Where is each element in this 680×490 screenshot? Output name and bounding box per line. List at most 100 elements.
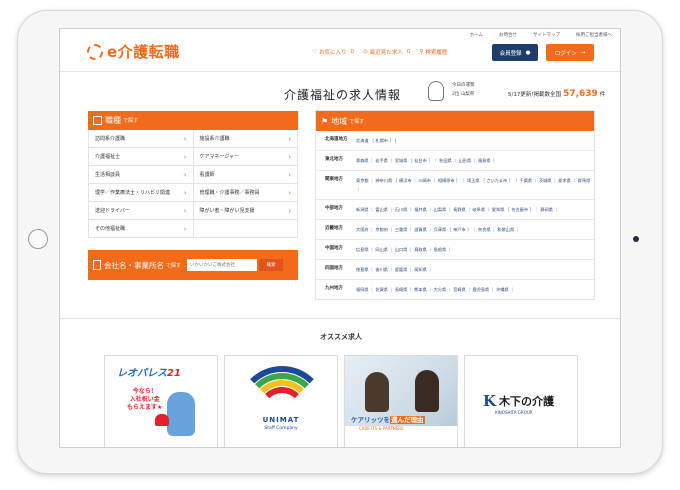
prefecture-links[interactable]: 福岡県 ｜ 佐賀県 ｜ 長崎県 ｜ 熊本県 ｜ 大分県 ｜ 宮崎県 ｜ 鹿児島県… — [356, 285, 594, 294]
job-type-item[interactable]: 生活相談員 › — [89, 166, 194, 184]
region-row: 北海道地方 北海道 ［ 札幌市 ］ | — [316, 131, 594, 151]
prefecture-links[interactable]: 北海道 ［ 札幌市 ］ | — [356, 136, 594, 145]
region-name: 近畿地方 — [325, 226, 343, 231]
card-leopalace[interactable]: レオパレス21 今なら！ 入社祝い金 もらえます★ — [104, 355, 218, 447]
chevron-right-icon: › — [183, 224, 187, 233]
section-divider — [60, 318, 620, 319]
total-count: 57,639 — [563, 89, 598, 99]
search-icon: ⚲ — [419, 49, 424, 55]
job-type-item[interactable]: 管理職・介護事務／事務員 › — [193, 184, 298, 202]
nav-sitemap[interactable]: サイトマップ — [525, 32, 568, 38]
header-actions: ♡ お気に入り 0 ◎ 最近見た求人 0 ⚲ 検索履歴 — [312, 48, 456, 56]
prefecture-links[interactable]: 大阪府 ｜ 京都府 ｜ 三重県 ｜ 滋賀県 ｜ 兵庫県 ［ 神戸市 ］ ｜ 奈良… — [356, 225, 594, 234]
chevron-right-icon: › — [183, 206, 187, 215]
job-type-item[interactable]: ケアマネージャー › — [193, 148, 298, 166]
tablet-mockup: ホーム お問合せ サイトマップ 採用ご担当者様へ e介護転職 ♡ お気に入り 0… — [0, 0, 680, 490]
favorites-link[interactable]: ♡ お気に入り 0 — [312, 48, 354, 56]
chevron-right-icon: › — [288, 134, 291, 143]
region-header: ⚑ 地域 で探す — [316, 111, 594, 131]
search-history-link[interactable]: ⚲ 検索履歴 — [419, 48, 447, 56]
job-type-item[interactable]: 施設系介護職 › — [193, 130, 298, 148]
job-type-label: 訪問系介護職 — [95, 136, 126, 142]
home-button-icon — [28, 229, 48, 249]
kinoshita-logo: K 木下の介護 — [483, 392, 554, 410]
building-icon — [93, 116, 102, 125]
company-search-title: 会社名・事業所名 — [104, 260, 164, 270]
job-type-panel: 職種 で探す 訪問系介護職 › 施設系介護職 › 介護福祉士 › ケアマネージャー › 生活相談… — [88, 111, 298, 280]
prefecture-links[interactable]: 東京都 ｜ 神奈川県 ［ 横浜市 ｜ 川崎市 ｜ 相模原市 ］ ｜ 埼玉県 ［ … — [356, 176, 594, 194]
careitz-headline-highlight: 選んだ理由 — [390, 416, 425, 424]
region-name: 北海道地方 — [325, 137, 348, 142]
glasses-icon: ◎ — [362, 49, 368, 55]
job-type-grid: 訪問系介護職 › 施設系介護職 › 介護福祉士 › ケアマネージャー › 生活相談員 › 看護師 › 理… — [88, 130, 298, 238]
kinoshita-sub: KINOSHITA GROUP — [495, 410, 533, 415]
job-type-item[interactable]: 障がい者・障がい児支援 › — [193, 202, 298, 220]
user-icon: ● — [525, 49, 531, 56]
company-search-suffix: で探す — [166, 262, 182, 269]
leopalace-logo: レオパレス21 — [117, 364, 181, 379]
recent-count: 0 — [406, 49, 411, 55]
leopalace-message: 今なら！ 入社祝い金 もらえます★ — [127, 388, 162, 412]
job-type-title: 職種 — [105, 116, 121, 125]
region-list: 北海道地方 北海道 ［ 札幌市 ］ | 東北地方 青森県 ｜ 岩手県 ｜ 宮城県 ［ … — [316, 131, 594, 299]
kinoshita-name: 木下の介護 — [499, 395, 555, 408]
leopalace-msg-line1: 今なら！ — [132, 388, 157, 395]
logo-text: e介護転職 — [107, 43, 180, 61]
job-type-item[interactable]: 訪問系介護職 › — [89, 130, 194, 148]
company-search: 会社名・事業所名 で探す 検索 — [88, 250, 298, 280]
fortune-pref: 山梨県 — [460, 92, 475, 97]
nav-home[interactable]: ホーム — [462, 32, 491, 38]
job-type-empty-cell — [193, 220, 298, 238]
region-title: 地域 — [331, 116, 348, 126]
job-type-label: ケアマネージャー — [199, 154, 240, 160]
leopalace-msg-line3: もらえます★ — [127, 404, 163, 411]
job-type-label: 施設系介護職 — [199, 136, 230, 142]
prefecture-links[interactable]: 徳島県 ｜ 香川県 ｜ 愛媛県 ｜ 高知県 ｜ — [356, 265, 594, 274]
top-utility-nav: ホーム お問合せ サイトマップ 採用ご担当者様へ — [462, 32, 620, 38]
chevron-right-icon: › — [288, 152, 291, 161]
job-type-label: 看護師 — [199, 172, 215, 178]
careitz-headline-pre: ケアリッツを — [351, 416, 390, 424]
listing-count: 5/17更新!掲載数全国 57,639 件 — [508, 89, 605, 99]
chevron-right-icon: › — [288, 170, 291, 179]
login-button[interactable]: ログイン → — [546, 44, 594, 61]
job-type-item[interactable]: 理学／作業療法士・リハビリ関連 › — [89, 184, 194, 202]
prefecture-links[interactable]: 青森県 ｜ 岩手県 ｜ 宮城県 ［ 仙台市 ］ ｜ 秋田県 ｜ 山形県 ｜ 福島… — [356, 156, 594, 165]
chevron-right-icon: › — [288, 188, 291, 197]
job-type-item[interactable]: その他福祉職 › — [89, 220, 194, 238]
recent-jobs-link[interactable]: ◎ 最近見た求人 0 — [363, 48, 410, 56]
nav-contact[interactable]: お問合せ — [491, 32, 525, 38]
careitz-sub: CARE ITS & PARTNERS — [359, 426, 404, 431]
region-row: 東北地方 青森県 ｜ 岩手県 ｜ 宮城県 ［ 仙台市 ］ ｜ 秋田県 ｜ 山形県 … — [316, 151, 594, 171]
page-title: 介護福祉の求人情報 — [284, 88, 402, 102]
region-name: 中国地方 — [325, 246, 343, 251]
card-kinoshita[interactable]: K 木下の介護 KINOSHITA GROUP — [464, 355, 578, 447]
region-row: 中国地方 広島県 ｜ 岡山県 ｜ 山口県 ｜ 鳥取県 ｜ 島根県 ｜ — [316, 240, 594, 260]
chevron-right-icon: › — [183, 134, 187, 143]
job-type-label: 介護福祉士 — [95, 154, 121, 160]
job-type-suffix: で探す — [123, 118, 139, 124]
favorites-count: 0 — [350, 49, 354, 55]
logo-ring-icon — [87, 43, 103, 60]
prefecture-links[interactable]: 新潟県 ｜ 富山県 ｜ 石川県 ｜ 福井県 ｜ 山梨県 ｜ 長野県 ｜ 岐阜県 … — [356, 205, 594, 214]
card-unimat[interactable]: UNIMAT Staff Company — [224, 355, 338, 447]
register-button[interactable]: 会員登録 ● — [492, 44, 538, 61]
site-logo[interactable]: e介護転職 — [87, 41, 180, 62]
job-type-item[interactable]: 看護師 › — [193, 166, 298, 184]
region-row: 四国地方 徳島県 ｜ 香川県 ｜ 愛媛県 ｜ 高知県 ｜ — [316, 260, 594, 280]
website-screen: ホーム お問合せ サイトマップ 採用ご担当者様へ e介護転職 ♡ お気に入り 0… — [59, 28, 621, 448]
job-type-item[interactable]: 介護福祉士 › — [89, 148, 194, 166]
nav-recruiters[interactable]: 採用ご担当者様へ — [568, 32, 620, 38]
favorites-label: お気に入り — [318, 50, 347, 56]
job-type-item[interactable]: 送迎ドライバー › — [89, 202, 194, 220]
company-search-button[interactable]: 検索 — [259, 259, 284, 271]
mascot-icon — [428, 81, 444, 101]
company-search-input[interactable] — [187, 259, 258, 271]
job-type-label: 管理職・介護事務／事務員 — [199, 190, 260, 196]
card-careitz[interactable]: ケアリッツを選んだ理由 CARE ITS & PARTNERS — [344, 355, 458, 447]
leopalace-title: レオパレス — [117, 368, 167, 379]
heart-icon — [155, 414, 169, 426]
job-type-label: 生活相談員 — [95, 172, 121, 178]
prefecture-links[interactable]: 広島県 ｜ 岡山県 ｜ 山口県 ｜ 鳥取県 ｜ 島根県 ｜ — [356, 245, 594, 254]
region-row: 近畿地方 大阪府 ｜ 京都府 ｜ 三重県 ｜ 滋賀県 ｜ 兵庫県 ［ 神戸市 ］ … — [316, 220, 594, 240]
